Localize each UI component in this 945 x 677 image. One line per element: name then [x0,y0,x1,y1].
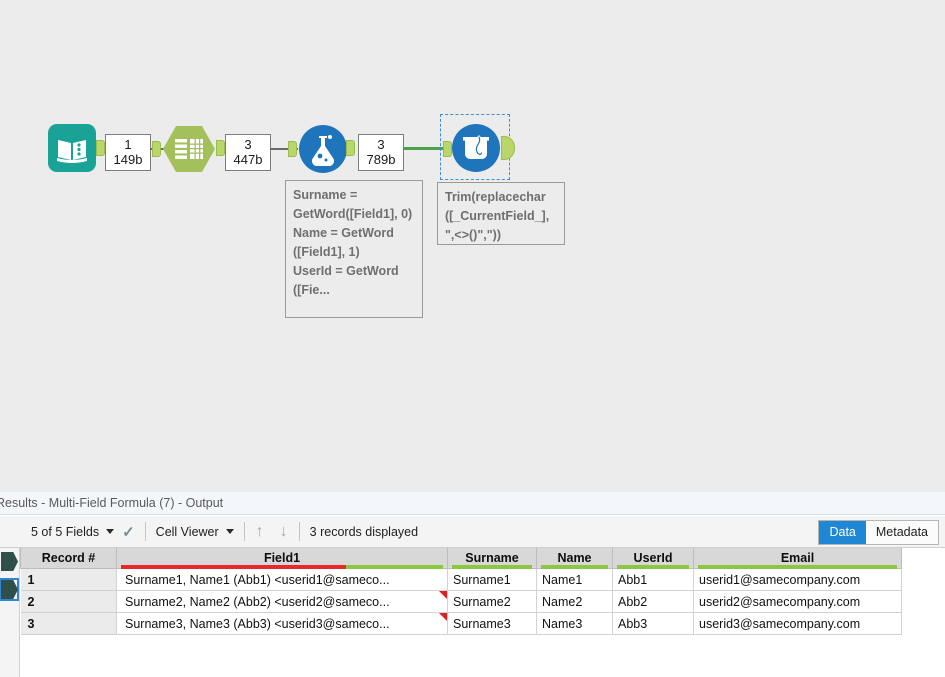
cell-surname[interactable]: Surname2 [447,590,537,613]
column-header-email[interactable]: Email [693,548,902,569]
cell-surname[interactable]: Surname3 [447,612,537,635]
table-row[interactable]: 2 Surname2, Name2 (Abb2) <userid2@sameco… [20,590,902,613]
cell-record: 3 [20,612,117,635]
chevron-down-icon[interactable] [225,529,234,534]
scroll-up-button[interactable]: ↑ [248,516,272,547]
table-header-row: Record # Field1 Surname Name UserId Emai… [20,548,902,569]
cell-text: Surname2, Name2 (Abb2) <userid2@sameco..… [125,594,390,609]
tab-data[interactable]: Data [819,521,866,544]
connector-anchor-in-formula[interactable] [288,141,297,157]
tool-select[interactable] [163,126,215,172]
connector-anchor-out-input[interactable] [96,140,105,156]
alteryx-window: 1 149b 3 447b 3 789b Surname = GetWord([… [0,0,945,677]
cell-userid[interactable]: Abb1 [612,568,694,591]
connector-anchor-out-formula[interactable] [346,140,355,156]
fields-selector[interactable]: 5 of 5 Fields ✓ [24,516,142,547]
annotation-multi-field-formula: Trim(replacechar ([_CurrentField_], ",<>… [437,182,565,245]
column-label: Field1 [263,551,301,565]
results-toolbar: 5 of 5 Fields ✓ Cell Viewer ↑ ↓ 3 record… [0,516,945,548]
records-displayed-label: 3 records displayed [309,524,419,539]
rail-tag-icon-1[interactable] [1,552,18,571]
cell-name[interactable]: Name3 [536,612,613,635]
toolbar-divider [298,522,300,541]
cell-field1[interactable]: Surname1, Name1 (Abb1) <userid1@sameco..… [116,568,448,591]
record-count-2: 3 447b [225,134,271,171]
column-label: Record # [41,551,96,565]
column-header-surname[interactable]: Surname [447,548,537,569]
truncation-marker-icon [439,591,447,599]
tab-metadata[interactable]: Metadata [865,521,938,544]
record-count-3: 3 789b [358,134,404,171]
record-count-value: 3 [377,137,385,152]
column-label: Surname [465,551,519,565]
table-rows-icon [175,139,203,159]
beaker-f-icon [463,135,489,159]
cell-field1[interactable]: Surname3, Name3 (Abb3) <userid3@sameco..… [116,612,448,635]
record-count-value: 1 [124,137,132,152]
workflow-canvas[interactable]: 1 149b 3 447b 3 789b Surname = GetWord([… [0,0,945,492]
cell-name[interactable]: Name1 [536,568,613,591]
column-header-record[interactable]: Record # [20,548,117,569]
column-header-name[interactable]: Name [536,548,613,569]
cell-name[interactable]: Name2 [536,590,613,613]
truncation-marker-icon [439,613,447,621]
toolbar-divider [243,522,245,541]
chevron-down-icon[interactable] [106,529,115,534]
scroll-down-button[interactable]: ↓ [272,516,296,547]
table-row[interactable]: 3 Surname3, Name3 (Abb3) <userid3@sameco… [20,612,902,635]
column-label: UserId [633,551,673,565]
record-size-value: 789b [366,152,396,167]
cell-userid[interactable]: Abb3 [612,612,694,635]
column-label: Name [557,551,592,565]
book-icon [57,140,87,163]
record-count-value: 3 [244,137,252,152]
results-title-text: Results - Multi-Field Formula (7) - Outp… [0,496,224,510]
column-label: Email [780,551,815,565]
record-count-1: 1 149b [105,134,151,171]
record-size-value: 149b [113,152,143,167]
annotation-formula: Surname = GetWord([Field1], 0) Name = Ge… [285,180,423,318]
cell-userid[interactable]: Abb2 [612,590,694,613]
toolbar-divider [144,522,146,541]
results-table[interactable]: Record # Field1 Surname Name UserId Emai… [20,548,945,677]
tool-multi-field-formula[interactable] [452,124,500,172]
connector-anchor-out-select[interactable] [216,140,225,156]
cell-surname[interactable]: Surname1 [447,568,537,591]
cell-record: 2 [20,590,117,613]
cell-email[interactable]: userid3@samecompany.com [693,612,902,635]
column-header-field1[interactable]: Field1 [116,548,448,569]
check-icon[interactable]: ✓ [122,523,135,541]
cell-email[interactable]: userid2@samecompany.com [693,590,902,613]
cell-field1[interactable]: Surname2, Name2 (Abb2) <userid2@sameco..… [116,590,448,613]
connector-anchor-out-multifield[interactable] [501,136,515,160]
table-row[interactable]: 1 Surname1, Name1 (Abb1) <userid1@sameco… [20,568,902,591]
results-panel: Results - Multi-Field Formula (7) - Outp… [0,492,945,677]
cell-email[interactable]: userid1@samecompany.com [693,568,902,591]
connector-anchor-in-select[interactable] [152,141,161,157]
results-title-bar: Results - Multi-Field Formula (7) - Outp… [0,492,945,515]
fields-label: 5 of 5 Fields [31,524,100,539]
tool-formula[interactable] [299,125,347,173]
cell-viewer-selector[interactable]: Cell Viewer [149,516,241,547]
connector-anchor-in-multifield[interactable] [443,141,452,157]
data-grid: Record # Field1 Surname Name UserId Emai… [20,548,902,635]
record-size-value: 447b [233,152,263,167]
cell-record: 1 [20,568,117,591]
data-metadata-toggle[interactable]: Data Metadata [818,520,939,545]
flask-icon [312,135,334,166]
cell-text: Surname3, Name3 (Abb3) <userid3@sameco..… [125,616,390,631]
column-header-userid[interactable]: UserId [612,548,694,569]
tool-input-data[interactable] [48,124,96,172]
cell-viewer-label: Cell Viewer [155,524,219,539]
